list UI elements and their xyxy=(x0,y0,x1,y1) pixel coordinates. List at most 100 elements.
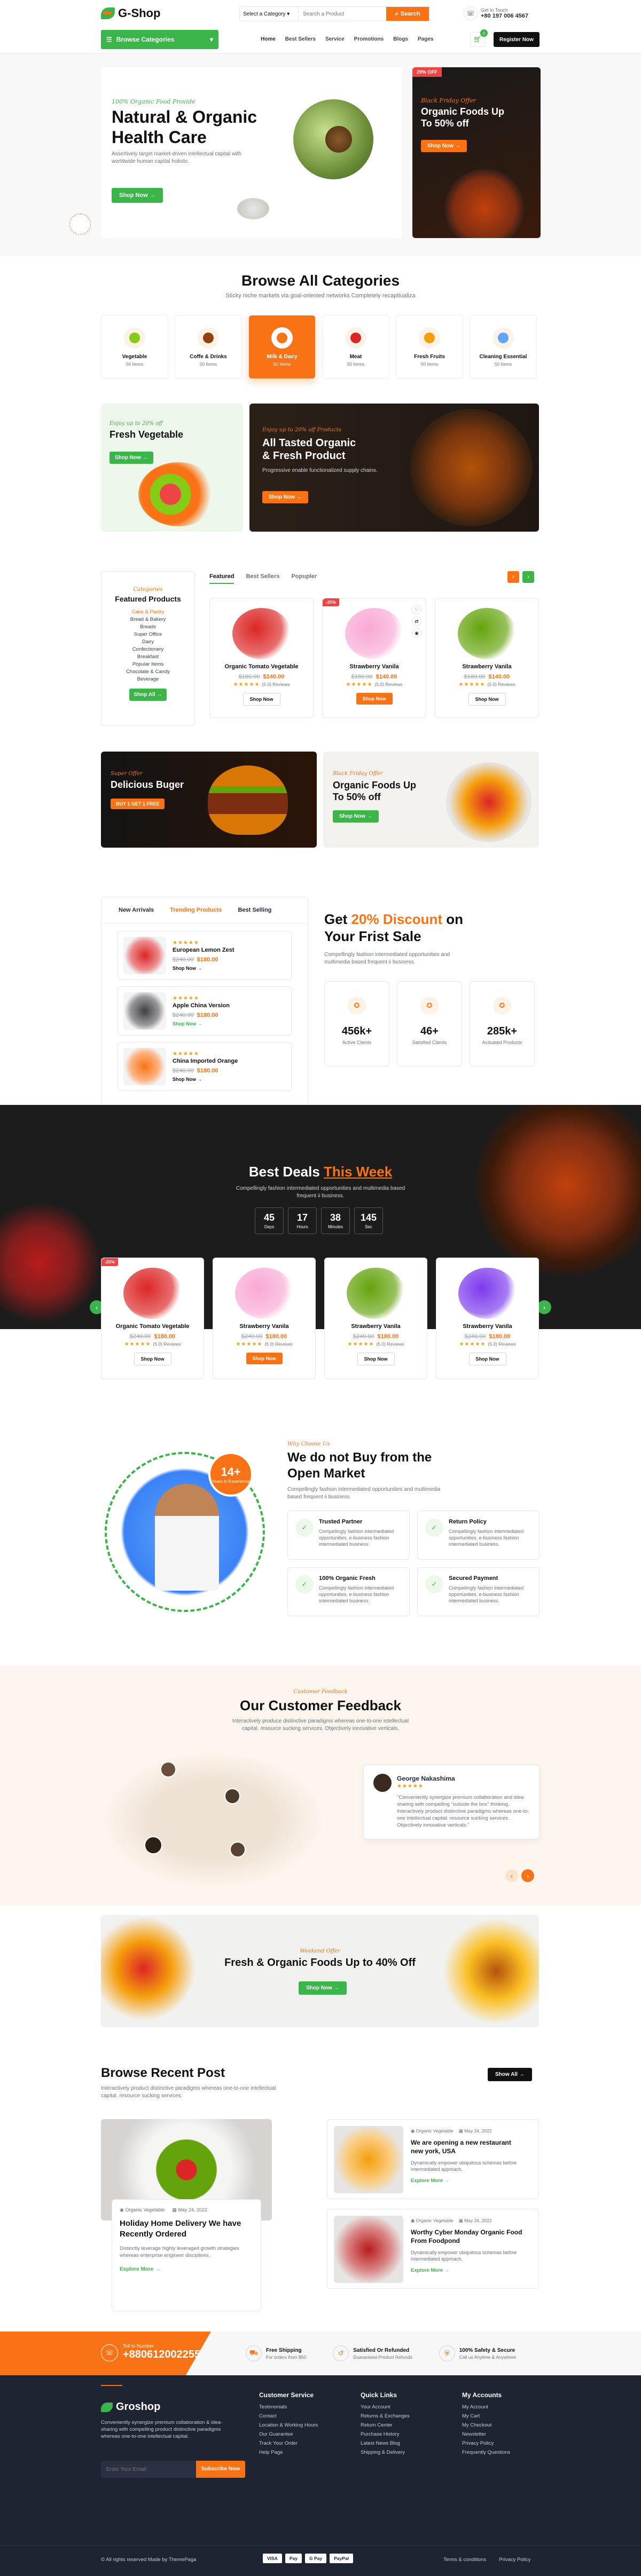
category-card[interactable]: Coffe & Drinks 50 Items xyxy=(175,315,242,379)
blog-main-title[interactable]: Holiday Home Delivery We have Recently Or… xyxy=(120,2218,253,2240)
shop-now-link[interactable]: Shop Now → xyxy=(173,1021,230,1026)
category-link[interactable]: Confectionery xyxy=(101,646,194,653)
product-card[interactable]: Strawberry Vanila $240.00 $180.00 ★★★★★ (5.0… xyxy=(324,1258,427,1379)
deals-next-icon[interactable]: › xyxy=(537,1300,551,1314)
category-card[interactable]: Vegetable 50 Items xyxy=(101,315,168,379)
shop-all-button[interactable]: Shop All → xyxy=(129,689,167,701)
explore-more-link[interactable]: Explore More → xyxy=(120,2266,253,2272)
footer-link[interactable]: Location & Working Hours xyxy=(259,2422,339,2428)
footer-link[interactable]: My Account xyxy=(462,2404,542,2410)
search-input[interactable] xyxy=(299,7,386,21)
footer-link[interactable]: Shipping & Delivery xyxy=(361,2449,441,2455)
tab-popular[interactable]: Popupler xyxy=(291,573,317,584)
product-card[interactable]: -25% Organic Tomato Vegetable $240.00 $180.… xyxy=(101,1258,204,1379)
terms-link[interactable]: Terms & conditions xyxy=(443,2557,486,2563)
shop-now-button[interactable]: Shop Now xyxy=(243,693,280,706)
footer-link[interactable]: Return Center xyxy=(361,2422,441,2428)
footer-link[interactable]: Purchase History xyxy=(361,2431,441,2437)
category-select[interactable]: Select a Category ▾ xyxy=(240,7,299,21)
hero-shop-button[interactable]: Shop Now → xyxy=(112,188,163,203)
product-name[interactable]: European Lemon Zest xyxy=(173,947,234,953)
product-name[interactable]: Organic Tomato Vegetable xyxy=(210,663,313,670)
category-card[interactable]: Milk & Dairy 50 Items xyxy=(248,315,316,379)
category-link[interactable]: Breakfast xyxy=(101,653,194,661)
prev-arrow-icon[interactable]: ‹ xyxy=(507,571,519,583)
tab-trending[interactable]: Trending Products xyxy=(170,907,222,913)
footer-link[interactable]: Help Page xyxy=(259,2449,339,2455)
product-card[interactable]: Strawberry Vanila $180.00 $140.00 ★★★★★ (5.0… xyxy=(435,598,539,718)
promo2-button[interactable]: Shop Now → xyxy=(262,491,308,503)
product-card[interactable]: Organic Tomato Vegetable $180.00 $240.00 ★★… xyxy=(209,598,314,718)
footer-link[interactable]: Our Guarantee xyxy=(259,2431,339,2437)
nav-home[interactable]: Home xyxy=(261,36,276,42)
footer-link[interactable]: Contact xyxy=(259,2413,339,2419)
category-link[interactable]: Beverage xyxy=(101,676,194,683)
list-item[interactable]: ★★★★★ European Lemon Zest $240.00 $180.00 Sh… xyxy=(118,931,292,980)
burger-badge[interactable]: BUY 1 GET 1 FREE xyxy=(111,799,165,809)
footer-link[interactable]: Testimonials xyxy=(259,2404,339,2410)
logo[interactable]: G-Shop xyxy=(101,6,160,20)
subscribe-button[interactable]: Subscribe Now xyxy=(196,2461,245,2478)
blog-post-title[interactable]: Worthy Cyber Monday Organic Food From Foo… xyxy=(411,2228,532,2245)
list-item[interactable]: ★★★★★ Apple China Version $240.00 $180.00 Sh… xyxy=(118,986,292,1036)
footer-link[interactable]: My Checkout xyxy=(462,2422,542,2428)
category-card[interactable]: Fresh Fruits 50 Items xyxy=(396,315,463,379)
product-name[interactable]: China Imported Orange xyxy=(173,1058,238,1064)
category-card[interactable]: Meat 50 Items xyxy=(322,315,389,379)
category-link[interactable]: Super Office xyxy=(101,631,194,638)
register-button[interactable]: Register Now xyxy=(494,32,540,47)
tab-new-arrivals[interactable]: New Arrivals xyxy=(119,907,154,913)
product-name[interactable]: Strawberry Vanila xyxy=(436,1323,538,1330)
blog-post-card[interactable]: ◉ Organic Vegetable ▦ May 24, 2022 We are … xyxy=(327,2119,539,2199)
category-link[interactable]: Chocolate & Candy xyxy=(101,668,194,676)
shop-now-link[interactable]: Shop Now → xyxy=(173,966,234,971)
next-arrow-icon[interactable]: › xyxy=(521,1869,534,1882)
compare-icon[interactable]: ⇄ xyxy=(412,617,421,626)
product-card[interactable]: -25% Strawberry Vanila $180.00 $140.00 ★★★★★… xyxy=(322,598,426,718)
show-all-button[interactable]: Show All → xyxy=(488,2068,532,2081)
product-card[interactable]: Strawberry Vanila $240.00 $180.00 ★★★★★ (5.0… xyxy=(213,1258,316,1379)
nav-blogs[interactable]: Blogs xyxy=(393,36,408,42)
blog-post-title[interactable]: We are opening a new restaurant new york,… xyxy=(411,2138,532,2155)
foods-button[interactable]: Shop Now → xyxy=(333,810,379,823)
category-link[interactable]: Breads xyxy=(101,623,194,631)
shop-now-button[interactable]: Shop Now xyxy=(468,693,506,706)
blog-post-card[interactable]: ◉ Organic Vegetable ▦ May 24, 2022 Worthy … xyxy=(327,2209,539,2289)
tab-best-selling[interactable]: Best Selling xyxy=(238,907,271,913)
nav-pages[interactable]: Pages xyxy=(418,36,433,42)
side-shop-button[interactable]: Shop Now → xyxy=(421,140,467,152)
footer-link[interactable]: My Cart xyxy=(462,2413,542,2419)
footer-link[interactable]: Returns & Exchanges xyxy=(361,2413,441,2419)
product-name[interactable]: Strawberry Vanila xyxy=(325,1323,427,1330)
category-link[interactable]: Popular Items xyxy=(101,661,194,668)
footer-link[interactable]: Privacy Policy xyxy=(462,2440,542,2446)
footer-link[interactable]: Your Account xyxy=(361,2404,441,2410)
nav-promotions[interactable]: Promotions xyxy=(354,36,384,42)
product-name[interactable]: Apple China Version xyxy=(173,1002,230,1009)
category-link[interactable]: Cake & Pastry xyxy=(101,609,194,616)
explore-more-link[interactable]: Explore More → xyxy=(411,2178,532,2184)
shop-now-button[interactable]: Shop Now xyxy=(134,1353,171,1365)
category-link[interactable]: Dairy xyxy=(101,638,194,646)
category-card[interactable]: Cleaning Essential 50 Items xyxy=(470,315,537,379)
footer-link[interactable]: Latest News Blog xyxy=(361,2440,441,2446)
search-button[interactable]: ⌕ Search xyxy=(386,7,429,21)
privacy-link[interactable]: Privacy Policy xyxy=(499,2557,530,2563)
cart-button[interactable]: 🛒︎ 0 xyxy=(470,29,488,47)
prev-arrow-icon[interactable]: ‹ xyxy=(505,1869,518,1882)
next-arrow-icon[interactable]: › xyxy=(522,571,534,583)
footer-link[interactable]: Newsletter xyxy=(462,2431,542,2437)
explore-more-link[interactable]: Explore More → xyxy=(411,2267,532,2273)
product-name[interactable]: Strawberry Vanila xyxy=(213,1323,315,1330)
shop-now-button[interactable]: Shop Now xyxy=(246,1353,283,1364)
product-name[interactable]: Strawberry Vanila xyxy=(323,663,426,670)
footer-link[interactable]: Track Your Order xyxy=(259,2440,339,2446)
promo1-button[interactable]: Shop Now → xyxy=(110,452,153,464)
footer-link[interactable]: Frequently Questions xyxy=(462,2449,542,2455)
list-item[interactable]: ★★★★★ China Imported Orange $240.00 $180.00… xyxy=(118,1042,292,1091)
nav-service[interactable]: Service xyxy=(325,36,345,42)
eye-icon[interactable]: ◉ xyxy=(412,628,421,638)
product-name[interactable]: Organic Tomato Vegetable xyxy=(101,1323,204,1330)
weekend-button[interactable]: Shop Now → xyxy=(299,1981,347,1995)
newsletter-email-input[interactable] xyxy=(101,2461,196,2478)
